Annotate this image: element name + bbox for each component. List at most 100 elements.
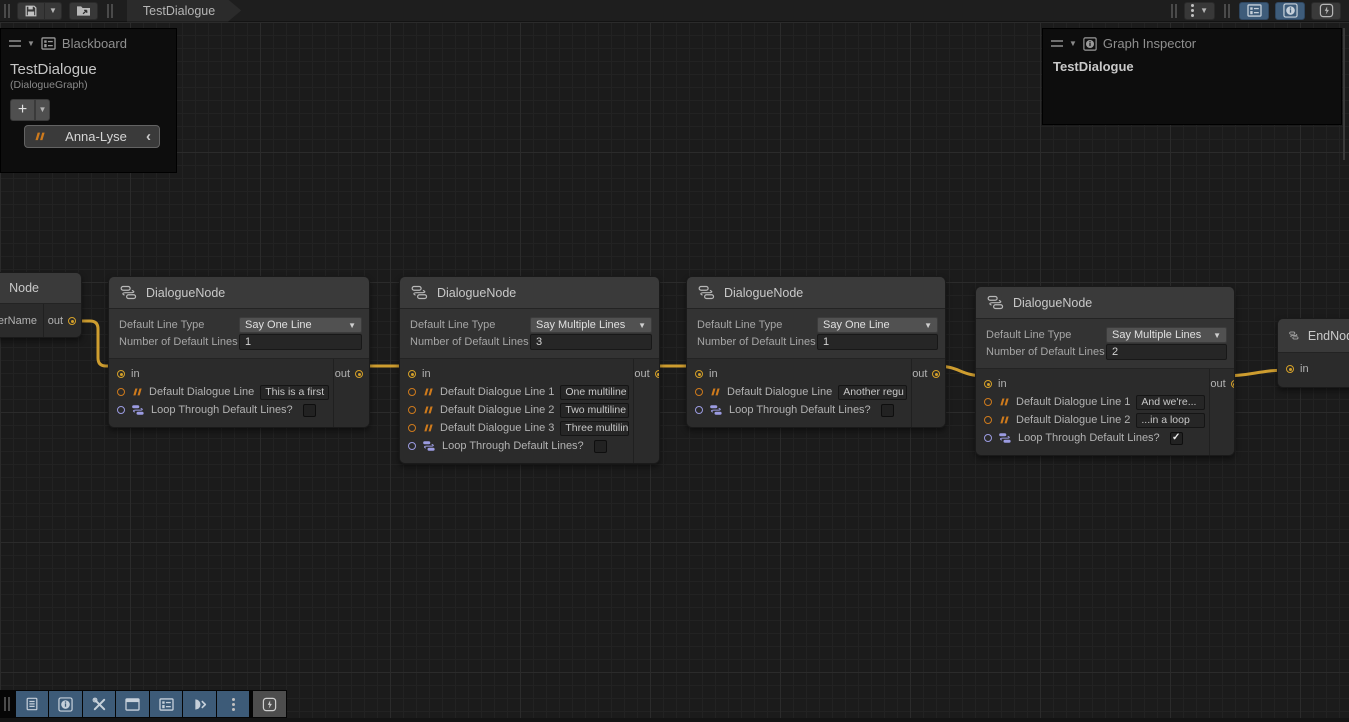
loop-checkbox[interactable]: ✓: [1170, 432, 1183, 445]
loop-port[interactable]: [117, 406, 125, 414]
loop-checkbox[interactable]: [594, 440, 607, 453]
loop-port[interactable]: [984, 434, 992, 442]
blackboard-graph-type: (DialogueGraph): [1, 78, 176, 97]
dialogue-line-label: Default Dialogue Line 1: [440, 386, 554, 398]
in-port[interactable]: [984, 380, 992, 388]
loop-bool-icon: [422, 440, 436, 452]
inspector-toggle-button[interactable]: [1275, 2, 1305, 20]
dialogue-line-port[interactable]: [984, 398, 992, 406]
line-count-field[interactable]: 3: [530, 334, 652, 350]
line-type-dropdown[interactable]: Say One Line▼: [817, 317, 938, 333]
loop-port[interactable]: [408, 442, 416, 450]
in-port[interactable]: [695, 370, 703, 378]
dialogue-line-port[interactable]: [695, 388, 703, 396]
overflow-menu-button[interactable]: ▼: [1184, 2, 1215, 20]
info-toggle-button[interactable]: [49, 691, 82, 717]
collapse-triangle-icon[interactable]: ▼: [27, 39, 35, 48]
line-count-field[interactable]: 2: [1106, 344, 1227, 360]
caret-down-icon: ▼: [39, 106, 47, 114]
dialogue-line-label: Default Dialogue Line 2: [440, 404, 554, 416]
blackboard-panel[interactable]: ▼ Blackboard TestDialogue (DialogueGraph…: [0, 28, 177, 173]
line-type-label: Default Line Type: [410, 319, 530, 331]
start-node-property-label: kerName: [0, 315, 37, 327]
node-icon: [698, 285, 715, 300]
save-button[interactable]: [17, 2, 45, 20]
out-port[interactable]: [655, 370, 660, 378]
line-count-field[interactable]: 1: [817, 334, 938, 350]
string-quote-icon: [33, 131, 46, 142]
dialogue-line-port[interactable]: [984, 416, 992, 424]
dialogue-line-port[interactable]: [408, 388, 416, 396]
add-property-button[interactable]: +: [10, 99, 35, 121]
dialogue-line-field[interactable]: ...in a loop: [1136, 413, 1205, 428]
window-toggle-button[interactable]: [116, 691, 149, 717]
dialogue-line-label: Default Dialogue Line: [149, 386, 254, 398]
loop-checkbox[interactable]: [303, 404, 316, 417]
toolbar-grip: [4, 4, 12, 18]
graph-tab[interactable]: TestDialogue: [127, 0, 241, 22]
in-port[interactable]: [1286, 365, 1294, 373]
node-icon: [1289, 328, 1299, 343]
blackboard-toggle-button[interactable]: [1239, 2, 1269, 20]
live-edit-button[interactable]: [253, 691, 286, 717]
blackboard-property-row[interactable]: Anna-Lyse ‹: [24, 125, 160, 148]
line-type-label: Default Line Type: [119, 319, 239, 331]
live-edit-toggle-button[interactable]: [1311, 2, 1341, 20]
tools-toggle-button[interactable]: [83, 691, 116, 717]
dialogue-node[interactable]: DialogueNode Default Line Type Say Multi…: [399, 276, 660, 464]
line-type-label: Default Line Type: [986, 329, 1106, 341]
dialogue-node[interactable]: DialogueNode Default Line Type Say One L…: [108, 276, 370, 428]
graph-inspector-panel[interactable]: ▼ Graph Inspector TestDialogue: [1042, 28, 1342, 125]
dialogue-node[interactable]: DialogueNode Default Line Type Say Multi…: [975, 286, 1235, 456]
dialogue-line-field[interactable]: And we're...: [1136, 395, 1205, 410]
loop-bool-icon: [131, 404, 145, 416]
bottom-strip: [0, 718, 1349, 722]
panel-menu-handle[interactable]: [9, 40, 21, 47]
out-port[interactable]: [932, 370, 940, 378]
start-node[interactable]: Node kerName out: [0, 272, 82, 338]
end-node[interactable]: EndNode in: [1277, 318, 1349, 388]
node-title-label: DialogueNode: [146, 286, 225, 300]
minimap-toggle-button[interactable]: [183, 691, 216, 717]
loop-checkbox[interactable]: [881, 404, 894, 417]
dialogue-line-port[interactable]: [117, 388, 125, 396]
half-disc-chevron-icon: [192, 698, 208, 711]
blackboard-toggle-button[interactable]: [150, 691, 183, 717]
dialogue-line-port[interactable]: [408, 406, 416, 414]
dialogue-line-port[interactable]: [408, 424, 416, 432]
out-port[interactable]: [355, 370, 363, 378]
line-type-dropdown[interactable]: Say Multiple Lines▼: [1106, 327, 1227, 343]
inspector-graph-name: TestDialogue: [1043, 55, 1341, 78]
info-icon: [1083, 37, 1097, 51]
more-toggle-button[interactable]: [217, 691, 250, 717]
save-dropdown-button[interactable]: ▼: [45, 2, 62, 20]
dialogue-node[interactable]: DialogueNode Default Line Type Say One L…: [686, 276, 946, 428]
line-type-dropdown[interactable]: Say Multiple Lines▼: [530, 317, 652, 333]
dialogue-line-field[interactable]: One multiline: [560, 385, 629, 400]
out-port[interactable]: [68, 317, 76, 325]
in-port[interactable]: [117, 370, 125, 378]
line-type-dropdown[interactable]: Say One Line▼: [239, 317, 362, 333]
line-count-field[interactable]: 1: [239, 334, 362, 350]
dialogue-line-field[interactable]: Two multiline: [560, 403, 629, 418]
toolbar-grip: [1171, 4, 1179, 18]
window-icon: [125, 698, 140, 711]
string-quote-icon: [998, 397, 1010, 407]
dialogue-line-field[interactable]: This is a first: [260, 385, 329, 400]
dialogue-line-field[interactable]: Another regu: [838, 385, 907, 400]
add-property-dropdown-button[interactable]: ▼: [35, 99, 50, 121]
open-asset-button[interactable]: [69, 2, 98, 20]
in-port[interactable]: [408, 370, 416, 378]
collapse-triangle-icon[interactable]: ▼: [1069, 39, 1077, 48]
dialogue-line-field[interactable]: Three multilin: [560, 421, 629, 436]
panel-resizer[interactable]: [1343, 28, 1345, 160]
loop-port[interactable]: [695, 406, 703, 414]
document-toggle-button[interactable]: [16, 691, 49, 717]
panel-menu-handle[interactable]: [1051, 40, 1063, 47]
document-icon: [25, 697, 39, 711]
in-port-label: in: [422, 368, 431, 380]
bottom-toolbar: [0, 690, 287, 718]
blackboard-icon: [159, 698, 174, 711]
out-port[interactable]: [1231, 380, 1235, 388]
chevron-left-icon[interactable]: ‹: [146, 129, 151, 144]
